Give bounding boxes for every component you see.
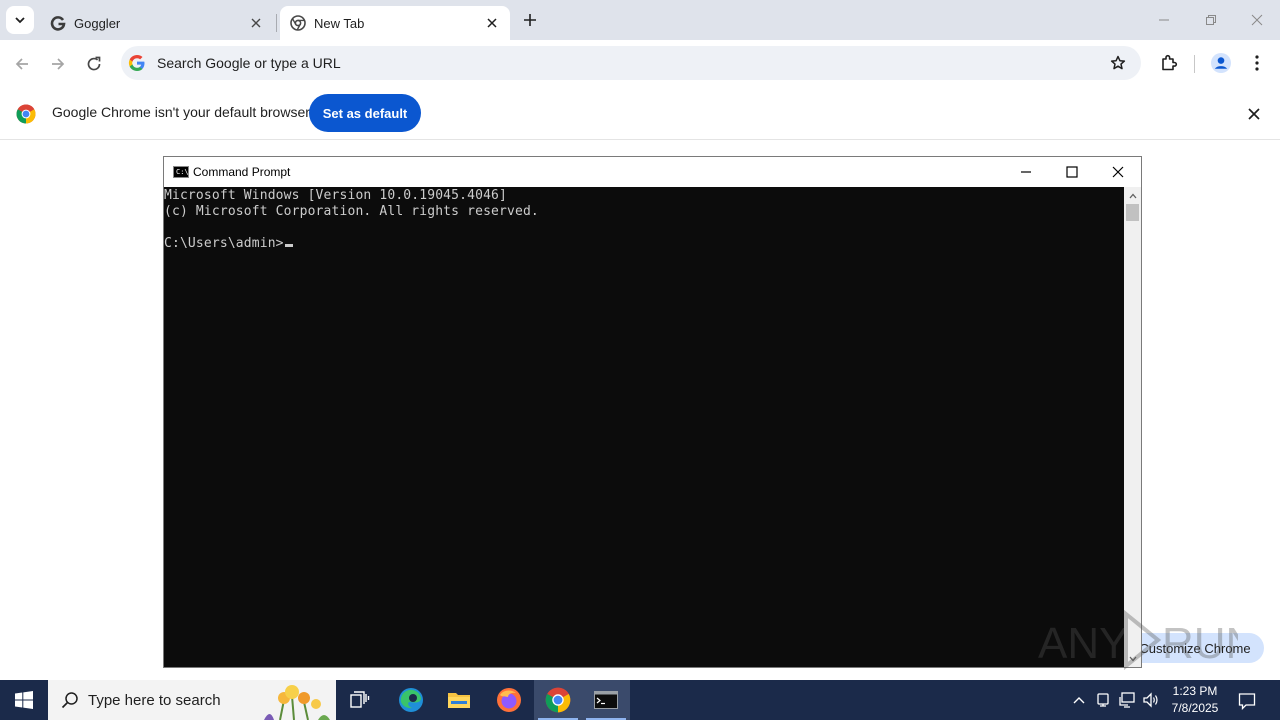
minimize-button[interactable] <box>1152 8 1176 32</box>
cmd-window-icon: C:\ <box>173 166 189 178</box>
cmd-maximize-button[interactable] <box>1049 157 1095 187</box>
task-view-icon <box>350 691 370 708</box>
watermark-text-right: RUN <box>1162 619 1238 668</box>
google-g-icon <box>128 54 146 72</box>
new-tab-button[interactable] <box>518 8 542 32</box>
reload-button[interactable] <box>80 50 108 78</box>
close-icon <box>1251 14 1263 26</box>
console-line: Microsoft Windows [Version 10.0.19045.40… <box>164 188 507 203</box>
notification-center-icon[interactable] <box>1236 690 1258 712</box>
omnibox-placeholder: Search Google or type a URL <box>157 55 341 71</box>
browser-toolbar: Search Google or type a URL <box>0 40 1280 87</box>
start-button[interactable] <box>0 680 48 720</box>
taskbar-file-explorer[interactable] <box>435 680 483 720</box>
tab-separator <box>276 14 277 32</box>
chevron-down-icon <box>15 17 25 24</box>
restore-button[interactable] <box>1199 8 1223 32</box>
windows-taskbar: Type here to search 1:23 PM 7/8/2025 <box>0 680 1280 720</box>
console-line: (c) Microsoft Corporation. All rights re… <box>164 204 539 219</box>
chrome-logo-icon <box>16 104 36 124</box>
scroll-up-arrow-icon[interactable] <box>1124 187 1141 204</box>
volume-icon[interactable] <box>1141 690 1161 710</box>
taskbar-search-box[interactable]: Type here to search <box>48 680 336 720</box>
network-icon[interactable] <box>1117 690 1137 710</box>
edge-icon <box>399 688 423 712</box>
taskbar-task-view[interactable] <box>336 680 384 720</box>
cmd-icon <box>594 691 618 709</box>
reload-icon <box>87 56 101 71</box>
firefox-icon <box>497 688 521 712</box>
cmd-window-title: Command Prompt <box>193 165 291 179</box>
close-tab-icon[interactable] <box>484 15 500 31</box>
restore-icon <box>1206 15 1216 25</box>
forward-button[interactable] <box>44 50 72 78</box>
watermark-text-left: ANY <box>1038 619 1128 668</box>
toolbar-separator <box>1194 55 1195 73</box>
tab-strip: Goggler New Tab <box>0 0 1280 40</box>
tab-new-tab[interactable]: New Tab <box>280 6 510 40</box>
infobar-close-icon[interactable] <box>1244 104 1264 124</box>
set-as-default-button[interactable]: Set as default <box>309 94 421 132</box>
taskbar-firefox[interactable] <box>485 680 533 720</box>
cmd-scrollbar[interactable] <box>1124 187 1141 667</box>
taskbar-chrome[interactable] <box>534 680 582 720</box>
close-tab-icon[interactable] <box>248 15 264 31</box>
cmd-close-button[interactable] <box>1095 157 1141 187</box>
minimize-icon <box>1021 171 1031 173</box>
bookmark-star-icon[interactable] <box>1108 53 1128 73</box>
kebab-menu-icon[interactable] <box>1245 51 1269 75</box>
cmd-title-bar[interactable]: C:\ Command Prompt <box>164 157 1141 187</box>
infobar-message: Google Chrome isn't your default browser <box>52 104 310 120</box>
system-clock[interactable]: 1:23 PM 7/8/2025 <box>1166 683 1224 717</box>
profile-avatar-icon[interactable] <box>1209 51 1233 75</box>
console-prompt: C:\Users\admin> <box>164 236 284 251</box>
back-arrow-icon <box>15 58 28 70</box>
chrome-icon <box>545 687 571 713</box>
plus-icon <box>524 14 536 26</box>
close-window-button[interactable] <box>1245 8 1269 32</box>
search-placeholder: Type here to search <box>88 691 221 709</box>
search-icon <box>60 690 80 710</box>
chrome-newtab-icon <box>290 15 306 31</box>
goggler-favicon-icon <box>50 15 66 31</box>
tab-goggler[interactable]: Goggler <box>40 6 274 40</box>
text-cursor <box>284 244 293 247</box>
anyrun-watermark-logo: ANY RUN <box>1038 610 1238 670</box>
windows-logo-icon <box>15 691 33 709</box>
tab-title: Goggler <box>74 15 121 31</box>
device-tray-icon[interactable] <box>1093 690 1113 710</box>
console-prompt-line: C:\Users\admin> <box>164 236 1124 252</box>
default-browser-infobar: Google Chrome isn't your default browser… <box>0 87 1280 140</box>
extensions-puzzle-icon[interactable] <box>1157 51 1181 75</box>
back-button[interactable] <box>8 50 36 78</box>
forward-arrow-icon <box>52 58 65 70</box>
clock-date: 7/8/2025 <box>1171 701 1219 715</box>
file-explorer-icon <box>448 693 470 708</box>
taskbar-command-prompt[interactable] <box>582 680 630 720</box>
taskbar-edge[interactable] <box>387 680 435 720</box>
cmd-console-output[interactable]: Microsoft Windows [Version 10.0.19045.40… <box>164 187 1124 667</box>
search-highlight-flowers-icon <box>264 685 330 720</box>
watermark-play-shape <box>1124 610 1162 670</box>
minimize-icon <box>1159 19 1169 21</box>
cmd-minimize-button[interactable] <box>1003 157 1049 187</box>
command-prompt-window[interactable]: C:\ Command Prompt Microsoft Windows [Ve… <box>163 156 1142 668</box>
screen: Goggler New Tab Search Google or type a … <box>0 0 1280 720</box>
tab-title: New Tab <box>314 15 365 31</box>
omnibox[interactable]: Search Google or type a URL <box>121 46 1141 80</box>
show-hidden-icons-chevron-icon[interactable] <box>1069 690 1089 710</box>
maximize-icon <box>1066 166 1078 178</box>
scroll-thumb[interactable] <box>1126 204 1139 221</box>
clock-time: 1:23 PM <box>1172 684 1218 698</box>
tab-search-button[interactable] <box>6 6 34 34</box>
close-icon <box>1112 166 1124 178</box>
